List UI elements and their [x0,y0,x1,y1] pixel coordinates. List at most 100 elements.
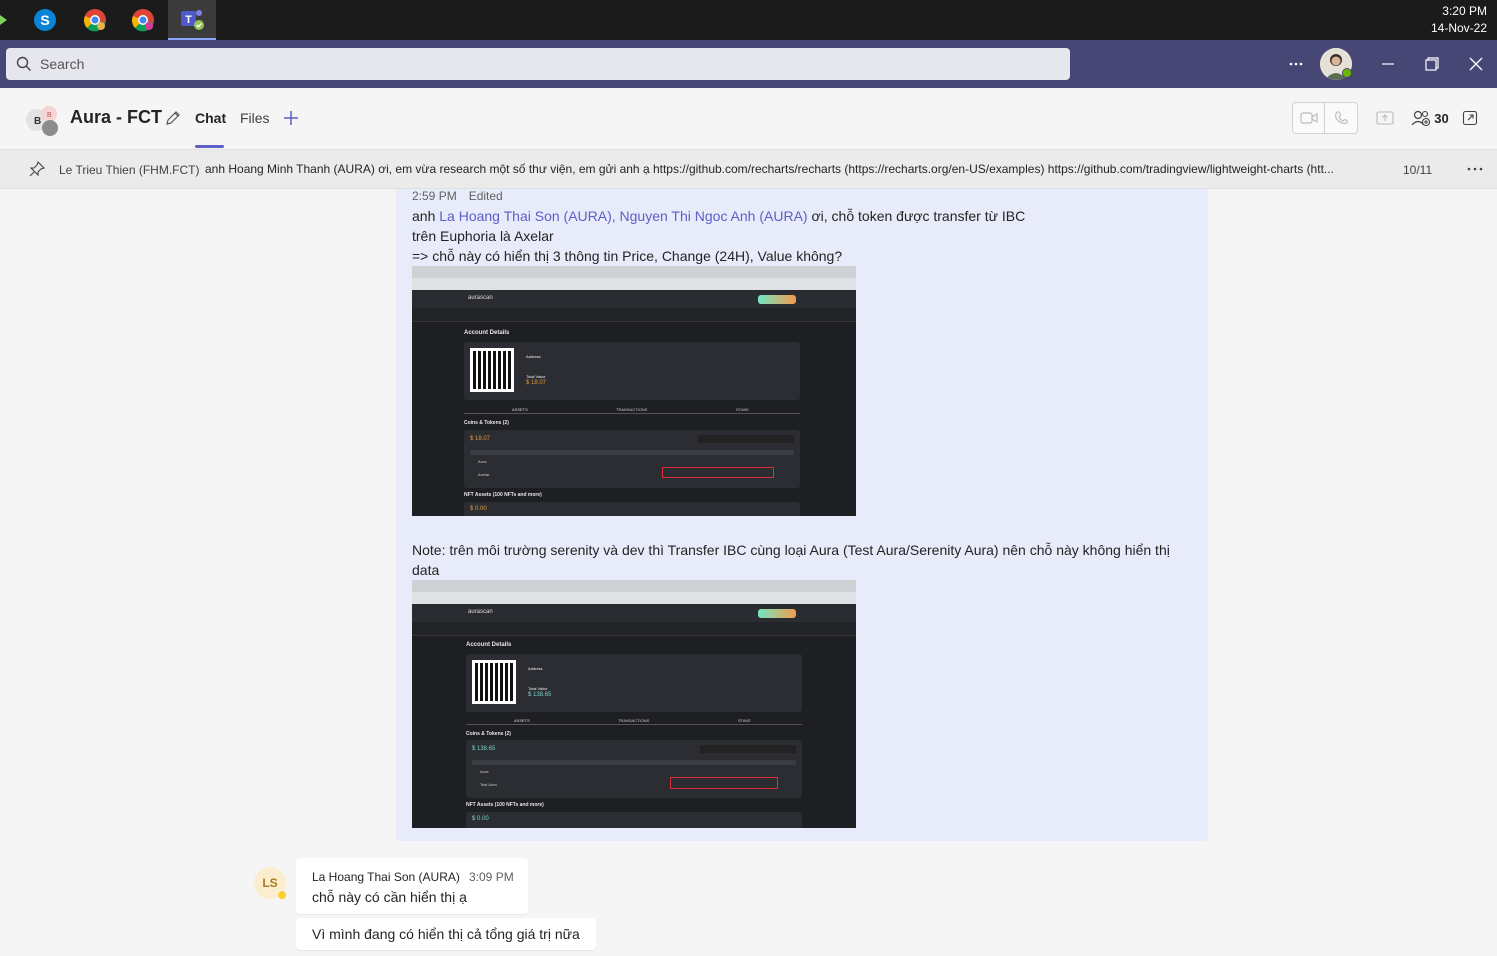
row-aura: Aura [478,459,487,464]
wallet-pill [758,295,796,304]
message-text: anh [412,208,440,224]
reply-text-1: chỗ này có cần hiển thị ạ [312,889,467,905]
mention-nguyen-thi-ngoc-anh[interactable]: Nguyen Thi Ngoc Anh (AURA) [620,208,808,224]
pinned-author: Le Trieu Thien (FHM.FCT) [59,163,200,177]
tab-assets: ASSETS [512,407,528,412]
chat-header: BB Aura - FCT Chat Files 30 [0,88,1497,148]
svg-text:B: B [47,112,52,119]
message-line-1: anh La Hoang Thai Son (AURA), Nguyen Thi… [412,208,1025,224]
nft-value: $ 0.00 [472,816,489,822]
chat-title[interactable]: Aura - FCT [70,107,162,128]
attached-screenshot-2[interactable]: aurascan Account Details Address Total V… [412,580,856,828]
call-button-group [1292,102,1358,134]
pinned-more-icon[interactable] [1466,162,1484,181]
table-header [472,760,796,765]
tab-divider [466,724,802,725]
message-line-2: trên Euphoria là Axelar [412,228,554,244]
total-value: $ 138.65 [528,692,552,698]
attached-screenshot-1[interactable]: aurascan Account Details Address Total V… [412,266,856,516]
total-label: Total Value [528,686,548,691]
qr-code [472,660,516,704]
reply-message-2[interactable]: Vì mình đang có hiển thị cả tổng giá trị… [296,918,596,950]
clock-date: 14-Nov-22 [1430,21,1487,35]
browser-chrome [412,266,856,290]
account-card: Address Total Value $ 138.65 [466,654,802,712]
system-clock[interactable]: 3:20 PM 14-Nov-22 [1431,3,1487,37]
nft-card: $ 0.00 [464,502,800,516]
row-axelar: Axelar [478,472,490,477]
tab-transactions: TRANSACTIONS [616,407,648,412]
taskbar-chrome-icon[interactable] [71,0,119,40]
app-logo: aurascan [468,295,493,301]
participants-button[interactable]: 30 [1410,102,1450,134]
app-navbar: aurascan [412,290,856,308]
restore-button[interactable] [1416,48,1448,80]
coins-title: Coins & Tokens (2) [464,420,509,426]
search-icon [16,56,31,71]
nft-value: $ 0.00 [470,506,487,512]
coins-title: Coins & Tokens (2) [466,731,511,737]
close-button[interactable] [1460,48,1492,80]
group-avatar[interactable]: BB [26,103,58,136]
highlight-box [662,467,774,478]
svg-text:S: S [40,12,49,28]
reply-author[interactable]: La Hoang Thai Son (AURA) [312,870,460,884]
presence-away-icon [277,890,287,900]
message-line-3: => chỗ này có hiển thị 3 thông tin Price… [412,248,843,264]
app-logo: aurascan [468,609,493,615]
tab-stake: STAKE [736,407,749,412]
tab-assets: ASSETS [514,718,530,723]
table-header [470,450,794,455]
search-box[interactable] [6,48,1070,80]
audio-call-icon[interactable] [1325,103,1357,133]
message-list[interactable]: 2:59 PM Edited anh La Hoang Thai Son (AUR… [0,189,1497,956]
browser-chrome [412,580,856,604]
section-title: Account Details [464,330,510,336]
mention-la-hoang-thai-son[interactable]: La Hoang Thai Son (AURA) [439,208,612,224]
more-options-button[interactable] [1280,48,1312,80]
address-label: Address [526,354,541,359]
reply-text-2: Vì mình đang có hiển thị cả tổng giá trị… [312,926,580,942]
minimize-button[interactable] [1372,48,1404,80]
edited-label: Edited [468,189,503,203]
pin-icon [28,160,46,183]
message-meta: 2:59 PM Edited [412,189,503,203]
message-text: ơi, chỗ token được transfer từ IBC [807,208,1026,224]
highlight-box [670,777,778,789]
tab-divider [464,413,800,414]
nft-title: NFT Assets (100 NFTs and more) [464,492,542,498]
address-label: Address [528,666,543,671]
rename-chat-pencil-icon[interactable] [164,108,182,128]
total-label: Total Value [526,374,546,379]
video-call-icon[interactable] [1293,103,1326,133]
reply-message-1[interactable]: La Hoang Thai Son (AURA) 3:09 PM chỗ này… [296,858,528,914]
search-input[interactable] [40,56,940,72]
participants-count: 30 [1434,110,1449,126]
svg-text:T: T [185,14,192,26]
tab-transactions: TRANSACTIONS [618,718,650,723]
account-card: Address Total Value $ 18.07 [464,342,800,400]
taskbar-chrome-profile-icon[interactable] [119,0,167,40]
tab-files[interactable]: Files [240,110,270,126]
message-time: 2:59 PM [412,189,457,203]
people-icon [1411,110,1431,127]
tab-chat[interactable]: Chat [195,110,226,126]
active-tab-indicator [195,145,224,148]
share-screen-icon[interactable] [1374,102,1396,134]
presence-available-icon [1342,68,1352,78]
coins-table: $ 18.07 Aura Axelar [464,430,800,488]
taskbar-skype-icon[interactable]: S [21,0,69,40]
app-subnav [412,308,856,322]
clock-time: 3:20 PM [1442,4,1487,18]
coins-value: $ 18.07 [470,436,491,442]
coins-search [698,435,794,443]
my-message[interactable]: 2:59 PM Edited anh La Hoang Thai Son (AUR… [396,189,1208,841]
windows-taskbar: S T 3:20 PM 14-Nov-22 [0,0,1497,40]
reply-time: 3:09 PM [469,870,514,884]
taskbar-arrow-icon[interactable] [0,12,8,28]
note-line-2: data [412,562,440,578]
pinned-message-bar[interactable]: Le Trieu Thien (FHM.FCT) anh Hoang Minh … [0,149,1497,189]
taskbar-teams-icon[interactable]: T [168,0,216,40]
add-tab-plus-icon[interactable] [281,108,301,128]
pop-out-chat-icon[interactable] [1460,102,1480,134]
